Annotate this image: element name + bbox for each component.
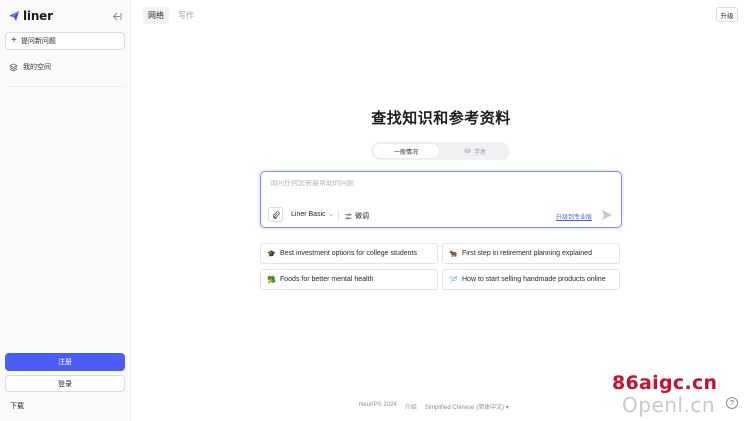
mode-scholar[interactable]: 学者 bbox=[442, 144, 508, 158]
model-label: Liner Basic bbox=[291, 211, 326, 218]
footer-conference: NeurIPS 2024 bbox=[359, 402, 397, 408]
mode-general[interactable]: 一般情况 bbox=[373, 144, 439, 158]
tune-button[interactable]: 微调 bbox=[345, 211, 369, 221]
footer: NeurIPS 2024 介绍 Simplified Chinese (简体中文… bbox=[359, 402, 509, 411]
footer-about-link[interactable]: 介绍 bbox=[405, 402, 417, 411]
paperclip-icon bbox=[272, 210, 280, 219]
new-question-button[interactable]: + 提问新问题 bbox=[5, 32, 125, 50]
suggestion-text: How to start selling handmade products o… bbox=[462, 276, 606, 283]
caret-down-icon: ▾ bbox=[505, 405, 509, 411]
send-icon[interactable] bbox=[601, 209, 613, 221]
sliders-icon bbox=[345, 213, 352, 219]
chevron-down-icon: ⌄ bbox=[328, 212, 334, 218]
liner-logo-icon bbox=[9, 11, 19, 21]
tab-writing[interactable]: 写作 bbox=[173, 7, 199, 24]
search-mode-toggle: 一般情况 学者 bbox=[371, 142, 510, 160]
suggestion-text: Foods for better mental health bbox=[280, 276, 374, 283]
suggestion-item[interactable]: 🐂 First step in retirement planning expl… bbox=[442, 243, 620, 264]
layers-icon bbox=[463, 147, 471, 153]
signup-button[interactable]: 注册 bbox=[5, 353, 125, 371]
logo[interactable]: liner bbox=[8, 9, 53, 23]
bull-icon: 🐂 bbox=[449, 250, 458, 258]
search-box: Liner Basic ⌄ 微调 升级到专业版 bbox=[260, 171, 622, 228]
suggestion-item[interactable]: 🥦 Foods for better mental health bbox=[260, 269, 438, 290]
upgrade-pro-link[interactable]: 升级到专业版 bbox=[556, 212, 592, 221]
page-title: 查找知识和参考资料 bbox=[371, 110, 511, 127]
toolbar-divider bbox=[338, 210, 339, 220]
my-space-item[interactable]: 我的空间 bbox=[9, 62, 51, 72]
model-select[interactable]: Liner Basic ⌄ bbox=[291, 211, 334, 218]
language-select[interactable]: Simplified Chinese (简体中文) ▾ bbox=[425, 402, 509, 411]
suggestion-item[interactable]: 🎓 Best investment options for college st… bbox=[260, 243, 438, 264]
tune-label: 微调 bbox=[355, 213, 369, 220]
layers-icon bbox=[9, 62, 18, 72]
help-icon[interactable]: ? bbox=[726, 397, 738, 409]
new-question-label: 提问新问题 bbox=[20, 38, 56, 45]
login-button[interactable]: 登录 bbox=[5, 375, 125, 392]
logo-text: liner bbox=[23, 9, 53, 23]
collapse-sidebar-icon[interactable] bbox=[111, 10, 123, 22]
suggestion-item[interactable]: 🪡 How to start selling handmade products… bbox=[442, 269, 620, 290]
download-link[interactable]: 下载 bbox=[10, 401, 24, 411]
suggestion-text: Best investment options for college stud… bbox=[280, 250, 417, 257]
mode-scholar-label: 学者 bbox=[473, 149, 486, 156]
my-space-label: 我的空间 bbox=[23, 64, 51, 71]
attach-button[interactable] bbox=[268, 207, 283, 222]
sewing-needle-icon: 🪡 bbox=[449, 276, 458, 284]
sidebar-divider bbox=[5, 86, 125, 87]
language-label: Simplified Chinese (简体中文) bbox=[424, 405, 505, 411]
search-input[interactable] bbox=[270, 180, 610, 187]
graduation-cap-icon: 🎓 bbox=[267, 250, 276, 258]
sidebar: liner + 提问新问题 我的空间 注册 登录 下载 bbox=[0, 0, 131, 421]
watermark-openl: Openl.cn bbox=[622, 393, 716, 417]
upgrade-button[interactable]: 升级 bbox=[716, 7, 738, 22]
suggestion-text: First step in retirement planning explai… bbox=[462, 250, 592, 257]
broccoli-icon: 🥦 bbox=[267, 276, 276, 284]
tab-web[interactable]: 网络 bbox=[143, 7, 169, 24]
watermark-86aigc: 86aigc.cn bbox=[612, 372, 718, 394]
plus-icon: + bbox=[11, 35, 17, 46]
mode-tabs: 网络 写作 bbox=[143, 7, 199, 24]
